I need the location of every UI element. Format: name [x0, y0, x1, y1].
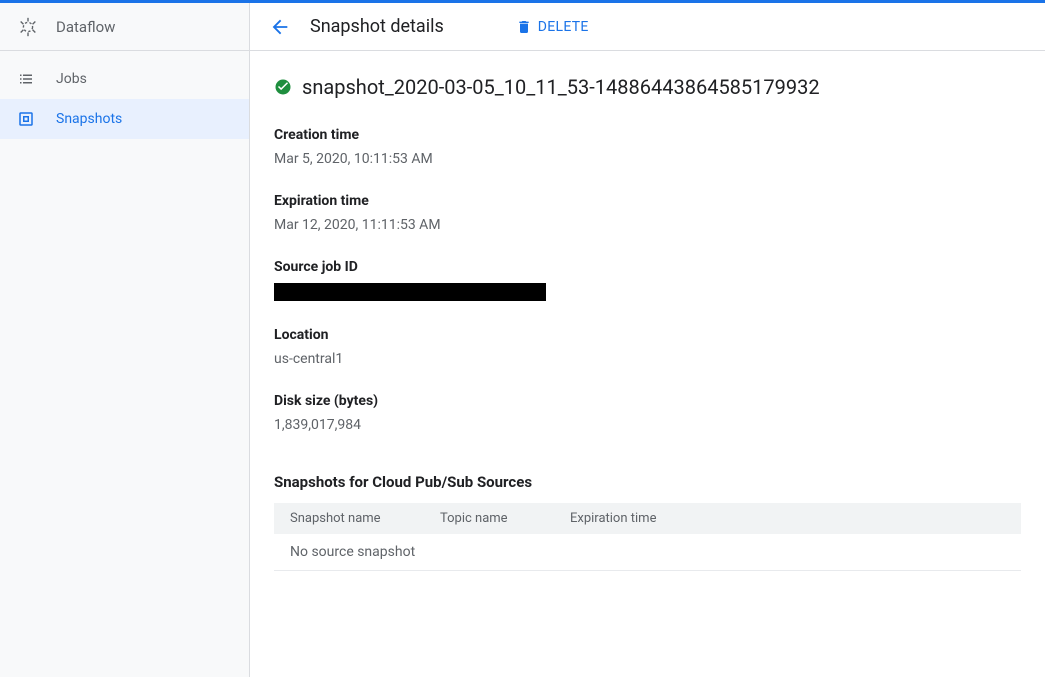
detail-label: Source job ID — [274, 259, 1021, 275]
detail-label: Location — [274, 327, 1021, 343]
dataflow-product-icon — [16, 15, 40, 39]
status-success-icon — [274, 78, 292, 96]
table-empty-row: No source snapshot — [274, 534, 1021, 571]
table-header-cell: Snapshot name — [274, 503, 424, 534]
trash-icon — [516, 19, 532, 35]
arrow-back-icon — [269, 16, 291, 38]
sidebar-title: Dataflow — [56, 18, 115, 36]
detail-label: Creation time — [274, 127, 1021, 143]
detail-value: us-central1 — [274, 351, 1021, 367]
sidebar-item-label: Jobs — [56, 71, 87, 87]
sidebar-item-jobs[interactable]: Jobs — [0, 59, 249, 99]
sidebar-nav: Jobs Snapshots — [0, 51, 249, 139]
back-button[interactable] — [266, 13, 294, 41]
table-empty-message: No source snapshot — [274, 534, 1021, 571]
detail-expiration-time: Expiration time Mar 12, 2020, 11:11:53 A… — [274, 193, 1021, 233]
content-area: snapshot_2020-03-05_10_11_53-14886443864… — [250, 51, 1045, 595]
sidebar-header: Dataflow — [0, 3, 249, 51]
pubsub-table: Snapshot name Topic name Expiration time… — [274, 503, 1021, 571]
snapshot-title-row: snapshot_2020-03-05_10_11_53-14886443864… — [274, 75, 1021, 99]
detail-disk-size: Disk size (bytes) 1,839,017,984 — [274, 393, 1021, 433]
snapshot-name: snapshot_2020-03-05_10_11_53-14886443864… — [302, 75, 820, 99]
detail-location: Location us-central1 — [274, 327, 1021, 367]
redacted-value — [274, 283, 546, 301]
detail-creation-time: Creation time Mar 5, 2020, 10:11:53 AM — [274, 127, 1021, 167]
pubsub-section-title: Snapshots for Cloud Pub/Sub Sources — [274, 473, 1021, 491]
sidebar-item-label: Snapshots — [56, 111, 122, 127]
page-title: Snapshot details — [310, 16, 444, 37]
delete-button[interactable]: DELETE — [508, 13, 597, 41]
table-header-cell: Topic name — [424, 503, 554, 534]
table-header-row: Snapshot name Topic name Expiration time — [274, 503, 1021, 534]
sidebar-item-snapshots[interactable]: Snapshots — [0, 99, 249, 139]
detail-label: Expiration time — [274, 193, 1021, 209]
main-content: Snapshot details DELETE snapshot_2020-03… — [250, 3, 1045, 677]
detail-value: 1,839,017,984 — [274, 417, 1021, 433]
detail-value: Mar 5, 2020, 10:11:53 AM — [274, 151, 1021, 167]
delete-label: DELETE — [538, 19, 589, 35]
detail-label: Disk size (bytes) — [274, 393, 1021, 409]
main-header: Snapshot details DELETE — [250, 3, 1045, 51]
snapshot-icon — [16, 109, 36, 129]
table-header-cell: Expiration time — [554, 503, 1021, 534]
sidebar: Dataflow Jobs Snapshots — [0, 3, 250, 677]
detail-value: Mar 12, 2020, 11:11:53 AM — [274, 217, 1021, 233]
list-icon — [16, 69, 36, 89]
detail-source-job-id: Source job ID — [274, 259, 1021, 301]
